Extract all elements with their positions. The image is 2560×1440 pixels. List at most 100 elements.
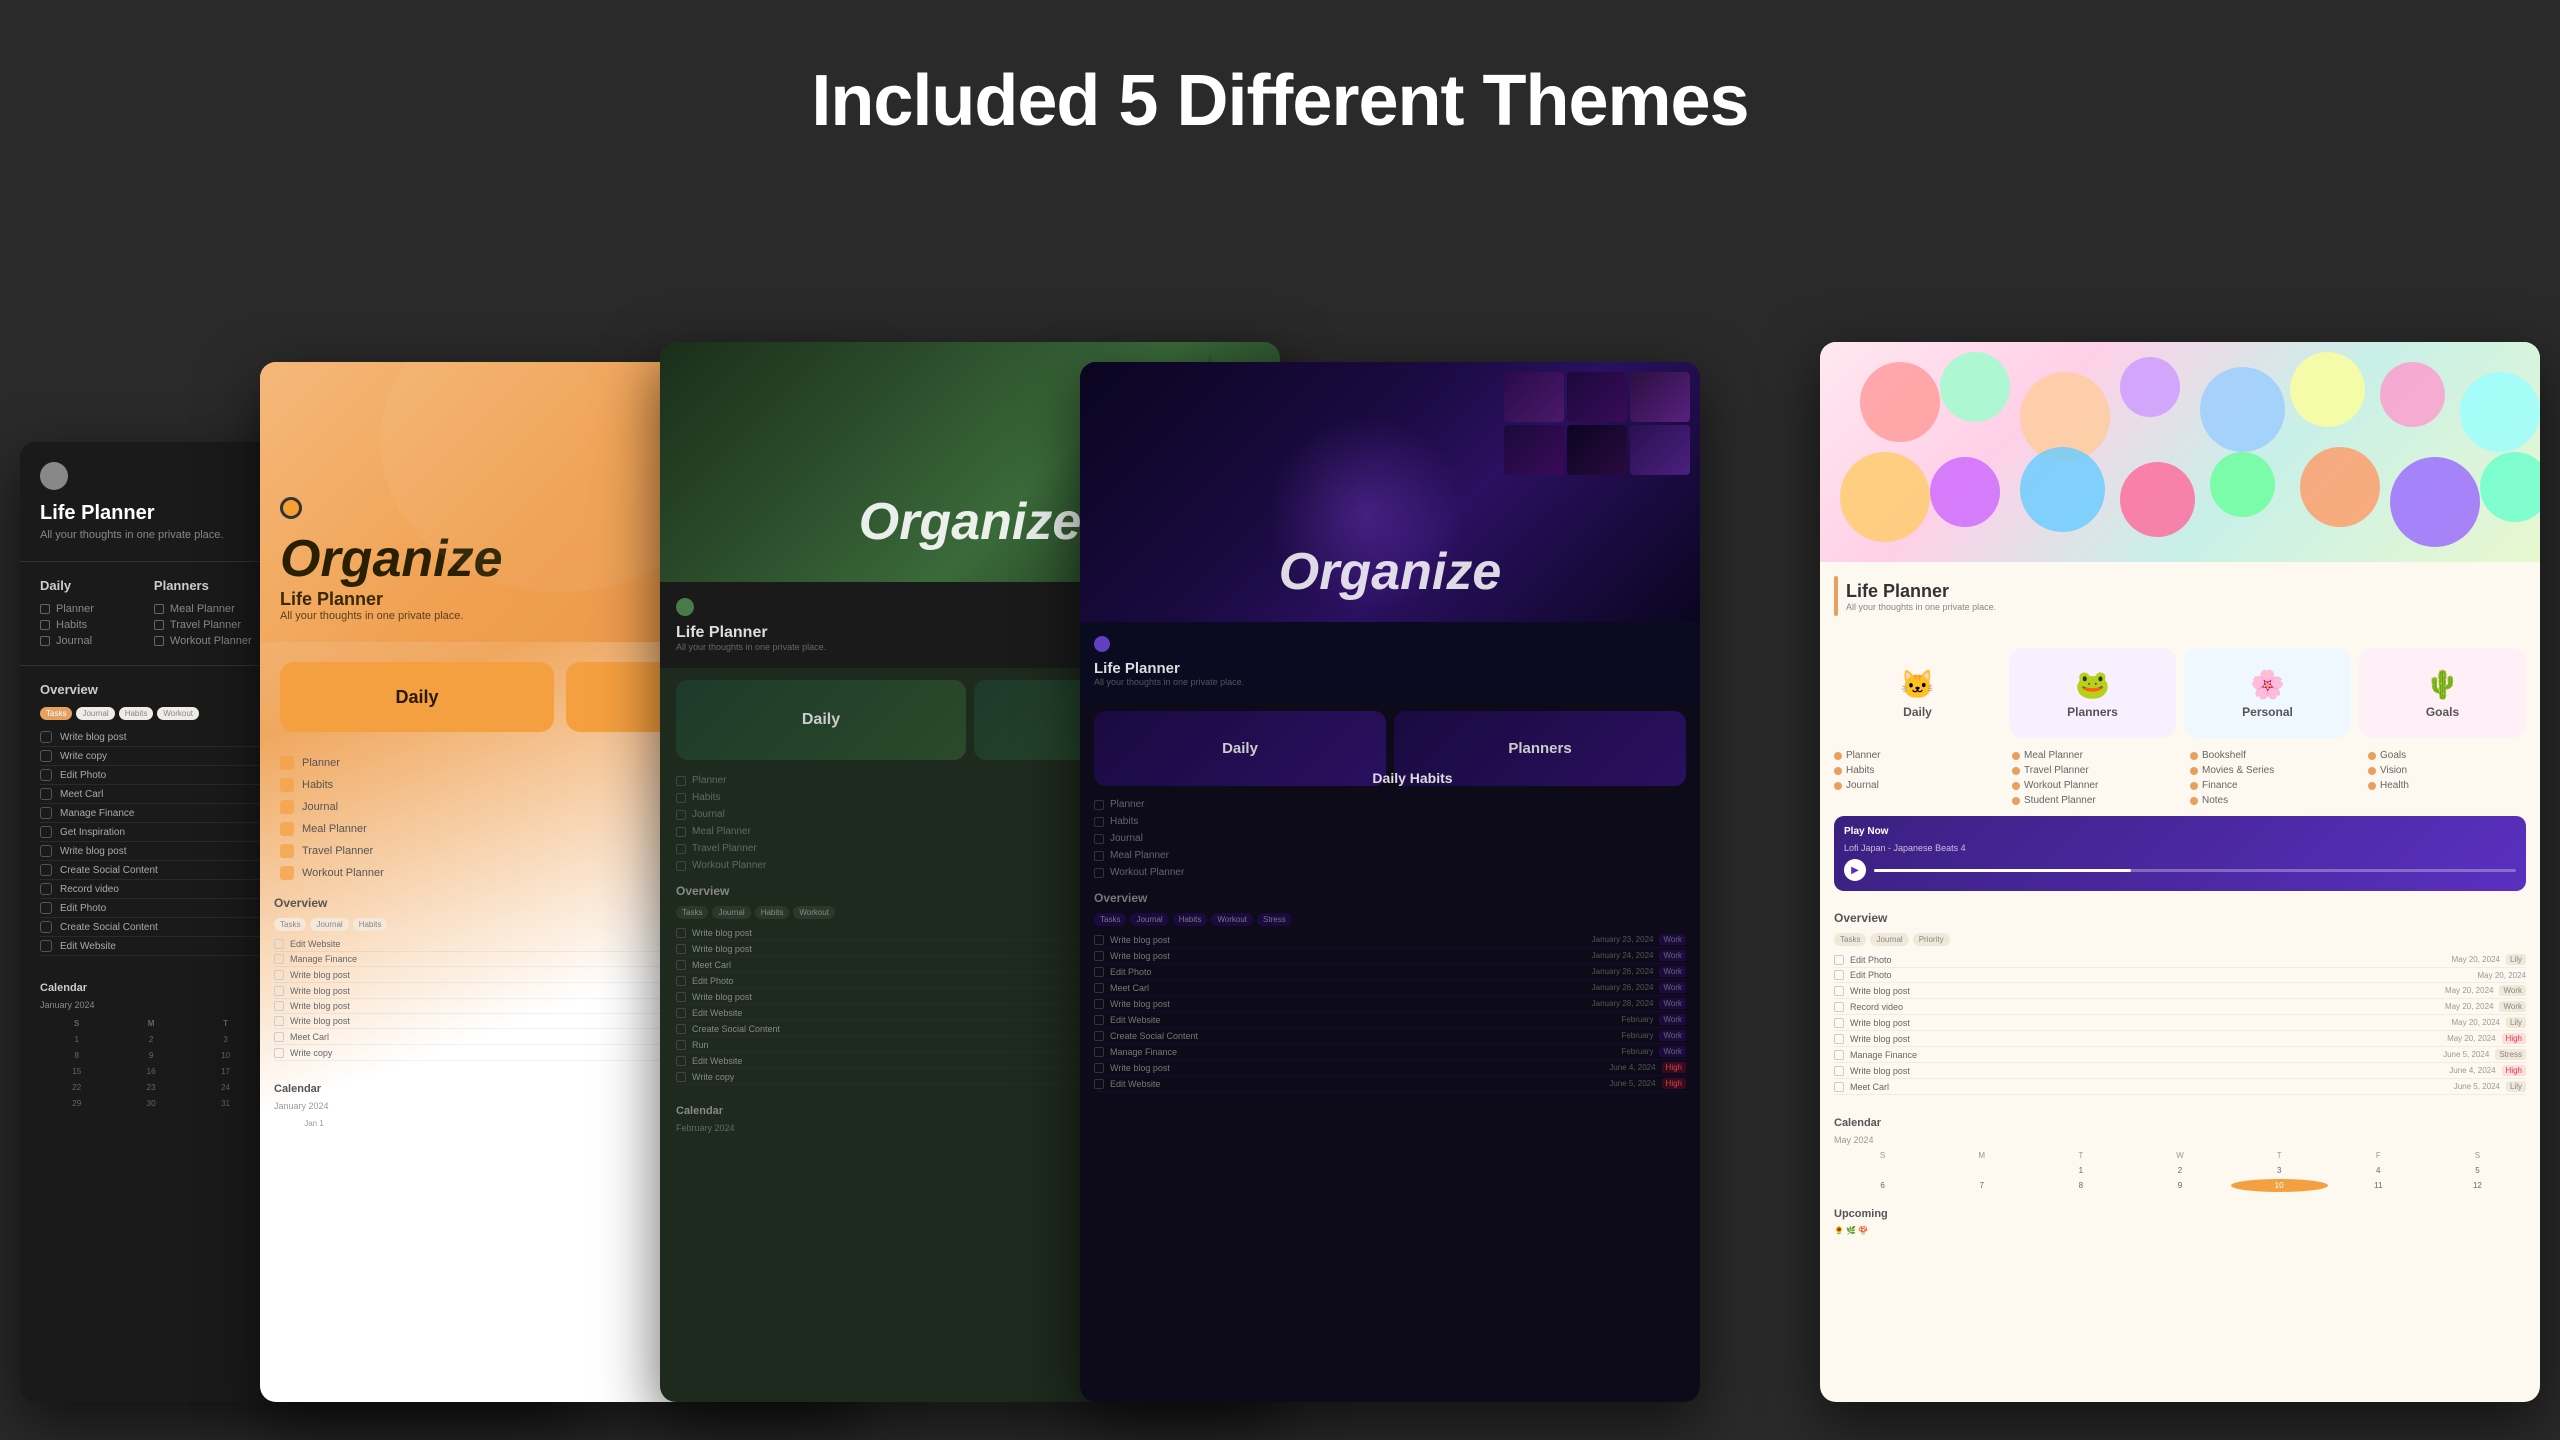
kawaii-blob-10 bbox=[1930, 457, 2000, 527]
kawaii-btn-planners[interactable]: 🐸 Planners bbox=[2009, 648, 2176, 738]
kawaii-nav-dot-notes bbox=[2190, 797, 2198, 805]
dc-1: 1 bbox=[40, 1032, 113, 1047]
kc-9: 7 bbox=[1933, 1179, 2030, 1192]
filter-workout[interactable]: Workout bbox=[157, 707, 199, 720]
kawaii-nav-movies[interactable]: Movies & Series bbox=[2190, 763, 2348, 778]
purple-filter-tasks[interactable]: Tasks bbox=[1094, 913, 1126, 926]
kawaii-nav-finance[interactable]: Finance bbox=[2190, 778, 2348, 793]
kc-fh: F bbox=[2330, 1149, 2427, 1162]
kawaii-tagline: All your thoughts in one private place. bbox=[1846, 602, 1996, 612]
purple-row-3: Edit Photo January 26, 2024 Work bbox=[1094, 964, 1686, 980]
kc-6: 4 bbox=[2330, 1164, 2427, 1177]
purple-filter-habits[interactable]: Habits bbox=[1173, 913, 1208, 926]
purple-nav-planner[interactable]: Planner bbox=[1094, 796, 1686, 813]
orange-cal-h3 bbox=[438, 1117, 518, 1130]
dark-nav-travel[interactable]: Travel Planner bbox=[154, 617, 252, 633]
filter-journal[interactable]: Journal bbox=[76, 707, 114, 720]
purple-row-4: Meet Carl January 26, 2024 Work bbox=[1094, 980, 1686, 996]
orange-filter-habits[interactable]: Habits bbox=[353, 918, 388, 931]
kawaii-nav-bookshelf[interactable]: Bookshelf bbox=[2190, 748, 2348, 763]
theme-purple[interactable]: Life Planner All your thoughts in one pr… bbox=[1080, 362, 1700, 1402]
kawaii-row-4: Record video May 20, 2024 Work bbox=[1834, 999, 2526, 1015]
kawaii-calendar-title: Calendar bbox=[1834, 1117, 2526, 1129]
orange-filter-journal[interactable]: Journal bbox=[310, 918, 348, 931]
music-progress-fill bbox=[1874, 869, 2131, 872]
kawaii-filter-journal[interactable]: Journal bbox=[1870, 933, 1908, 946]
purple-btn-planners[interactable]: Planners bbox=[1394, 711, 1686, 786]
orange-cal-h1: Jan 1 bbox=[274, 1117, 354, 1130]
kawaii-nav-journal[interactable]: Journal bbox=[1834, 778, 1992, 793]
lofi-filter-journal[interactable]: Journal bbox=[712, 906, 750, 919]
purple-row-2: Write blog post January 24, 2024 Work bbox=[1094, 948, 1686, 964]
purple-filter-med[interactable]: Stress bbox=[1257, 913, 1292, 926]
dc-15: 15 bbox=[40, 1064, 113, 1079]
kawaii-btn-personal[interactable]: 🌸 Personal bbox=[2184, 648, 2351, 738]
dc-22: 22 bbox=[40, 1080, 113, 1095]
filter-habits[interactable]: Habits bbox=[119, 707, 154, 720]
kawaii-filter-tasks[interactable]: Tasks bbox=[1834, 933, 1866, 946]
dark-nav-workout[interactable]: Workout Planner bbox=[154, 633, 252, 649]
kawaii-row-9: Meet Carl June 5, 2024 Lily bbox=[1834, 1079, 2526, 1095]
kc-th: T bbox=[2032, 1149, 2129, 1162]
kawaii-nav-dot-movies bbox=[2190, 767, 2198, 775]
kawaii-nav-travel[interactable]: Travel Planner bbox=[2012, 763, 2170, 778]
purple-nav-journal[interactable]: Journal bbox=[1094, 830, 1686, 847]
purple-filter-workout[interactable]: Workout bbox=[1211, 913, 1253, 926]
page-title: Included 5 Different Themes bbox=[811, 0, 1748, 202]
kawaii-nav-health[interactable]: Health bbox=[2368, 778, 2526, 793]
kawaii-nav-planner[interactable]: Planner bbox=[1834, 748, 1992, 763]
kc-sth: S bbox=[2429, 1149, 2526, 1162]
kawaii-row-8: Write blog post June 4, 2024 High bbox=[1834, 1063, 2526, 1079]
kawaii-blob-13 bbox=[2210, 452, 2275, 517]
purple-title: Life Planner bbox=[1094, 660, 1686, 677]
kc-10: 8 bbox=[2032, 1179, 2129, 1192]
theme-kawaii[interactable]: Life Planner All your thoughts in one pr… bbox=[1820, 342, 2540, 1402]
kawaii-upcoming-title: Upcoming bbox=[1834, 1208, 2526, 1220]
kawaii-daily-icon: 🐱 bbox=[1900, 668, 1935, 701]
kawaii-nav-vision[interactable]: Vision bbox=[2368, 763, 2526, 778]
kawaii-blob-12 bbox=[2120, 462, 2195, 537]
purple-filter-journal[interactable]: Journal bbox=[1130, 913, 1168, 926]
orange-btn-daily[interactable]: Daily bbox=[280, 662, 554, 732]
music-player[interactable]: Play Now Lofi Japan - Japanese Beats 4 ▶ bbox=[1834, 816, 2526, 891]
lofi-filter-workout[interactable]: Workout bbox=[793, 906, 835, 919]
purple-btn-daily[interactable]: Daily bbox=[1094, 711, 1386, 786]
kawaii-personal-label: Personal bbox=[2242, 705, 2293, 719]
lofi-btn-daily[interactable]: Daily bbox=[676, 680, 966, 760]
kawaii-blob-16 bbox=[2480, 452, 2540, 522]
lofi-filter-tasks[interactable]: Tasks bbox=[676, 906, 708, 919]
kc-mh: M bbox=[1933, 1149, 2030, 1162]
purple-row-10: Edit Website June 5, 2024 High bbox=[1094, 1076, 1686, 1092]
dc-17: 17 bbox=[189, 1064, 262, 1079]
kawaii-blob-2 bbox=[1940, 352, 2010, 422]
music-progress-bar[interactable] bbox=[1874, 869, 2516, 872]
kawaii-cal-month: May 2024 bbox=[1834, 1135, 2526, 1145]
filter-tasks[interactable]: Tasks bbox=[40, 707, 72, 720]
kawaii-nav-notes[interactable]: Notes bbox=[2190, 793, 2348, 808]
kawaii-nav-student[interactable]: Student Planner bbox=[2012, 793, 2170, 808]
kawaii-blob-8 bbox=[2460, 372, 2540, 452]
kawaii-nav-workout[interactable]: Workout Planner bbox=[2012, 778, 2170, 793]
kc-tth: T bbox=[2231, 1149, 2328, 1162]
kawaii-filter-themes[interactable]: Priority bbox=[1913, 933, 1950, 946]
kawaii-nav-habits[interactable]: Habits bbox=[1834, 763, 1992, 778]
dark-nav-meal[interactable]: Meal Planner bbox=[154, 601, 252, 617]
dark-logo bbox=[40, 462, 68, 490]
kawaii-nav-goals[interactable]: Goals bbox=[2368, 748, 2526, 763]
orange-filter-tasks[interactable]: Tasks bbox=[274, 918, 306, 931]
lofi-filter-habits[interactable]: Habits bbox=[755, 906, 790, 919]
kawaii-blob-9 bbox=[1840, 452, 1930, 542]
dark-nav-planner[interactable]: Planner bbox=[40, 601, 94, 617]
music-play-button[interactable]: ▶ bbox=[1844, 859, 1866, 881]
dark-nav-journal[interactable]: Journal bbox=[40, 633, 94, 649]
purple-nav-meal[interactable]: Meal Planner bbox=[1094, 847, 1686, 864]
kc-today: 10 bbox=[2231, 1179, 2328, 1192]
kawaii-btn-goals[interactable]: 🌵 Goals bbox=[2359, 648, 2526, 738]
kawaii-btn-daily[interactable]: 🐱 Daily bbox=[1834, 648, 2001, 738]
dc-2: 2 bbox=[114, 1032, 187, 1047]
kawaii-nav-meal[interactable]: Meal Planner bbox=[2012, 748, 2170, 763]
purple-logo bbox=[1094, 636, 1110, 652]
purple-nav-habits[interactable]: Habits bbox=[1094, 813, 1686, 830]
purple-nav-workout[interactable]: Workout Planner bbox=[1094, 864, 1686, 881]
dark-nav-habits[interactable]: Habits bbox=[40, 617, 94, 633]
